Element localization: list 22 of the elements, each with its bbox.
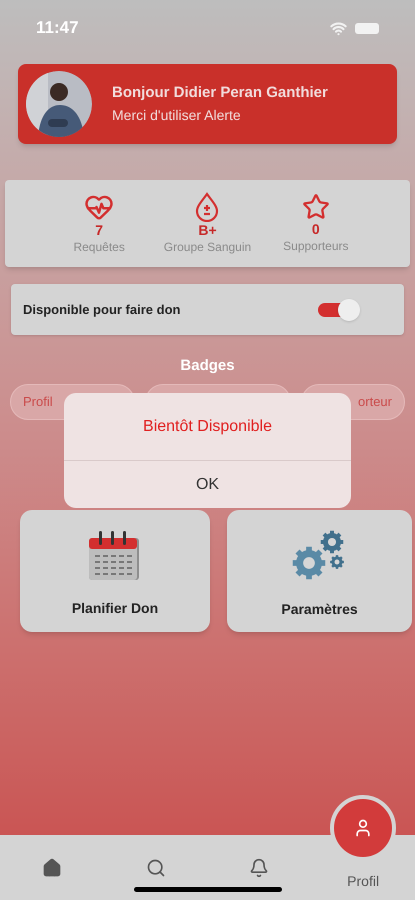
wifi-icon [330,20,347,36]
search-icon [146,858,166,878]
stat-label: Supporteurs [283,238,349,254]
availability-label: Disponible pour faire don [23,300,180,319]
home-icon [42,858,62,878]
stat-value: 7 [95,222,104,238]
stat-value: 0 [312,220,320,236]
ok-button[interactable]: OK [64,461,351,508]
menu-tile[interactable]: Planifier Don [20,510,210,632]
badges-title: Badges [180,356,235,376]
menu-tile[interactable]: Paramètres [227,510,412,632]
stat-label: Requêtes [73,238,125,256]
dialog-title: Bientôt Disponible [143,416,272,436]
greeting-subtitle: Merci d'utiliser Alerte [112,106,242,125]
nav-label: Profil [347,872,380,891]
greeting-text: Bonjour Didier Peran Ganthier [112,83,328,104]
star-icon [302,192,330,220]
stat-label: Groupe Sanguin [164,238,252,256]
stat-value: B+ [198,222,217,238]
bell-icon [249,858,270,878]
battery-icon [355,22,379,34]
status-time: 11:47 [36,17,79,40]
